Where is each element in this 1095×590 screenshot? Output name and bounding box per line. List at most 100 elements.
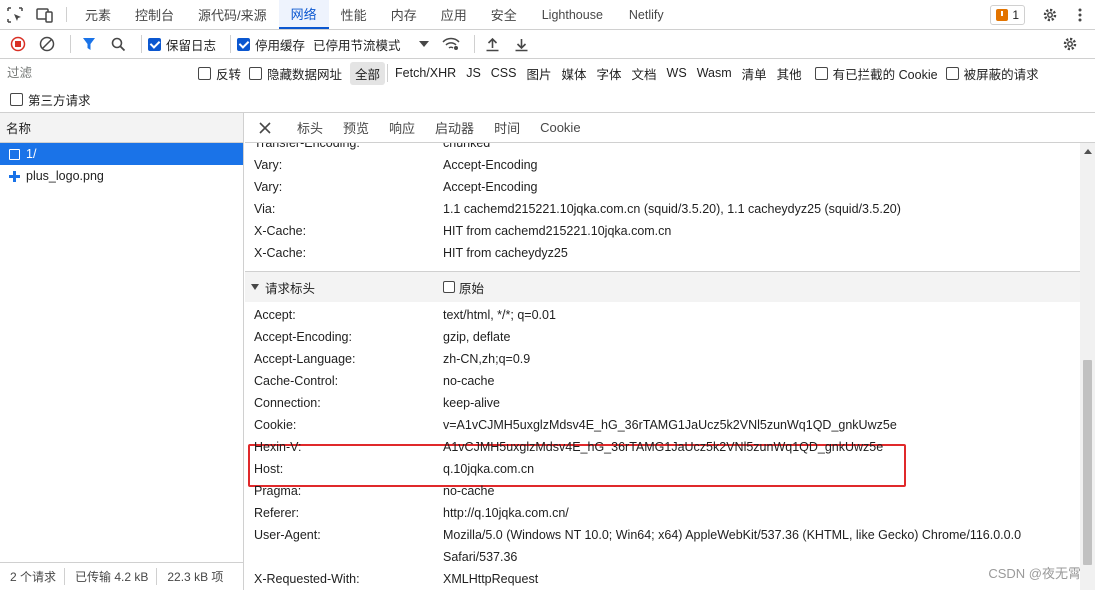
blocked-requests-check[interactable] bbox=[945, 66, 959, 80]
throttling-select[interactable]: 已停用节流模式 bbox=[313, 35, 429, 54]
clear-icon[interactable] bbox=[35, 32, 59, 56]
settings-gear-icon[interactable] bbox=[1035, 7, 1065, 23]
third-party-check[interactable] bbox=[10, 93, 23, 106]
header-value[interactable]: text/html, */*; q=0.01 bbox=[443, 308, 556, 322]
panel-tab[interactable]: Netlify bbox=[616, 0, 677, 29]
more-options-icon[interactable] bbox=[1065, 8, 1095, 22]
header-name: Hexin-V: bbox=[254, 440, 302, 454]
inspect-element-icon[interactable] bbox=[0, 0, 30, 29]
name-column-label: 名称 bbox=[6, 122, 32, 136]
filter-type-button[interactable]: 图片 bbox=[521, 62, 556, 85]
detail-tab[interactable]: 预览 bbox=[333, 118, 379, 137]
import-har-upload-icon[interactable] bbox=[481, 32, 505, 56]
detail-scrollbar[interactable] bbox=[1080, 143, 1095, 590]
header-value[interactable]: gzip, deflate bbox=[443, 330, 510, 344]
panel-tab[interactable]: 安全 bbox=[479, 0, 529, 29]
header-value[interactable]: Accept-Encoding bbox=[443, 180, 538, 194]
detail-tab[interactable]: 响应 bbox=[379, 118, 425, 137]
filter-type-button[interactable]: JS bbox=[461, 64, 486, 82]
detail-tab[interactable]: 启动器 bbox=[425, 118, 484, 137]
name-column-header[interactable]: 名称 bbox=[0, 113, 243, 143]
scroll-up-arrow-icon[interactable] bbox=[1084, 149, 1092, 154]
header-value[interactable]: XMLHttpRequest bbox=[443, 572, 538, 586]
header-value[interactable]: 1.1 cachemd215221.10jqka.com.cn (squid/3… bbox=[443, 202, 901, 216]
panel-tab[interactable]: Lighthouse bbox=[529, 0, 616, 29]
filter-input[interactable] bbox=[4, 63, 184, 83]
detail-tab[interactable]: Cookie bbox=[530, 120, 590, 135]
stop-recording-icon[interactable] bbox=[6, 32, 30, 56]
export-har-download-icon[interactable] bbox=[510, 32, 534, 56]
header-value[interactable]: HIT from cacheydyz25 bbox=[443, 246, 568, 260]
header-value[interactable]: chunked bbox=[443, 143, 490, 150]
request-count: 2 个请求 bbox=[0, 568, 66, 585]
request-header-row: Accept: text/html, */*; q=0.01 bbox=[254, 304, 556, 326]
blocked-cookies-checkbox[interactable]: 有已拦截的 Cookie bbox=[814, 64, 938, 83]
panel-tab[interactable]: 内存 bbox=[379, 0, 429, 29]
header-name: Accept-Language: bbox=[254, 352, 356, 366]
toolbar-divider bbox=[70, 35, 71, 53]
filter-type-button[interactable]: CSS bbox=[486, 64, 522, 82]
header-name: Cookie: bbox=[254, 418, 297, 432]
network-settings-gear-icon[interactable] bbox=[1058, 32, 1082, 56]
hide-data-urls-checkbox[interactable]: 隐藏数据网址 bbox=[249, 64, 342, 83]
header-value[interactable]: no-cache bbox=[443, 484, 494, 498]
header-name: X-Cache: bbox=[254, 224, 307, 238]
header-value[interactable]: v=A1vCJMH5uxglzMdsv4E_hG_36rTAMG1JaUcz5k… bbox=[443, 418, 897, 432]
header-value[interactable]: no-cache bbox=[443, 374, 494, 388]
header-value[interactable]: keep-alive bbox=[443, 396, 500, 410]
panel-tab[interactable]: 网络 bbox=[278, 0, 329, 29]
filter-type-button[interactable]: 文档 bbox=[627, 62, 662, 85]
search-icon[interactable] bbox=[106, 32, 130, 56]
request-header-row: Host: q.10jqka.com.cn bbox=[254, 458, 534, 480]
filter-type-button[interactable]: Wasm bbox=[692, 64, 737, 82]
issues-badge[interactable]: 1 bbox=[990, 5, 1025, 25]
request-headers-section[interactable]: 请求标头 原始 bbox=[245, 272, 1080, 302]
hide-data-urls-check[interactable] bbox=[249, 66, 263, 80]
detail-tab[interactable]: 标头 bbox=[287, 118, 333, 137]
filter-type-button[interactable]: 其他 bbox=[772, 62, 807, 85]
header-name: Via: bbox=[254, 202, 276, 216]
invert-check[interactable] bbox=[198, 66, 211, 80]
toolbar-divider bbox=[141, 35, 142, 53]
disable-cache-check[interactable] bbox=[237, 37, 251, 51]
filter-type-button[interactable]: 清单 bbox=[737, 62, 772, 85]
header-name: Cache-Control: bbox=[254, 374, 339, 388]
close-icon[interactable] bbox=[257, 120, 273, 136]
invert-checkbox[interactable]: 反转 bbox=[198, 64, 241, 83]
scroll-thumb[interactable] bbox=[1083, 360, 1092, 565]
filter-type-button[interactable]: 全部 bbox=[350, 61, 386, 85]
disable-cache-checkbox[interactable]: 停用缓存 bbox=[237, 35, 305, 54]
panel-tab[interactable]: 性能 bbox=[329, 0, 379, 29]
network-conditions-wifi-icon[interactable] bbox=[439, 32, 463, 56]
filter-type-button[interactable]: 字体 bbox=[592, 62, 627, 85]
filter-type-button[interactable]: Fetch/XHR bbox=[390, 64, 461, 82]
header-value[interactable]: zh-CN,zh;q=0.9 bbox=[443, 352, 530, 366]
panel-tab[interactable]: 控制台 bbox=[123, 0, 186, 29]
header-value[interactable]: Safari/537.36 bbox=[443, 550, 517, 564]
header-name: Connection: bbox=[254, 396, 321, 410]
detail-tab[interactable]: 时间 bbox=[484, 118, 530, 137]
header-value[interactable]: HIT from cachemd215221.10jqka.com.cn bbox=[443, 224, 671, 238]
filter-type-button[interactable]: WS bbox=[662, 64, 692, 82]
filter-funnel-icon[interactable] bbox=[77, 32, 101, 56]
filter-type-button[interactable]: 媒体 bbox=[557, 62, 592, 85]
request-row[interactable]: plus_logo.png bbox=[0, 165, 243, 187]
device-toolbar-icon[interactable] bbox=[30, 0, 60, 29]
raw-headers-toggle[interactable]: 原始 bbox=[443, 278, 484, 297]
panel-tab[interactable]: 应用 bbox=[429, 0, 479, 29]
preserve-log-check[interactable] bbox=[148, 37, 161, 51]
header-value[interactable]: Accept-Encoding bbox=[443, 158, 538, 172]
header-value[interactable]: http://q.10jqka.com.cn/ bbox=[443, 506, 569, 520]
response-header-row: X-Cache: HIT from cachemd215221.10jqka.co… bbox=[254, 220, 671, 242]
request-row[interactable]: 1/ bbox=[0, 143, 243, 165]
blocked-cookies-check[interactable] bbox=[814, 66, 828, 80]
raw-check[interactable] bbox=[443, 281, 455, 293]
panel-tab[interactable]: 源代码/来源 bbox=[186, 0, 279, 29]
third-party-checkbox[interactable]: 第三方请求 bbox=[10, 90, 91, 109]
header-value[interactable]: Mozilla/5.0 (Windows NT 10.0; Win64; x64… bbox=[443, 528, 1021, 542]
header-value[interactable]: A1vCJMH5uxglzMdsv4E_hG_36rTAMG1JaUcz5k2V… bbox=[443, 440, 883, 454]
panel-tab[interactable]: 元素 bbox=[73, 0, 123, 29]
blocked-requests-checkbox[interactable]: 被屏蔽的请求 bbox=[945, 64, 1039, 83]
preserve-log-checkbox[interactable]: 保留日志 bbox=[148, 35, 216, 54]
header-value[interactable]: q.10jqka.com.cn bbox=[443, 462, 534, 476]
